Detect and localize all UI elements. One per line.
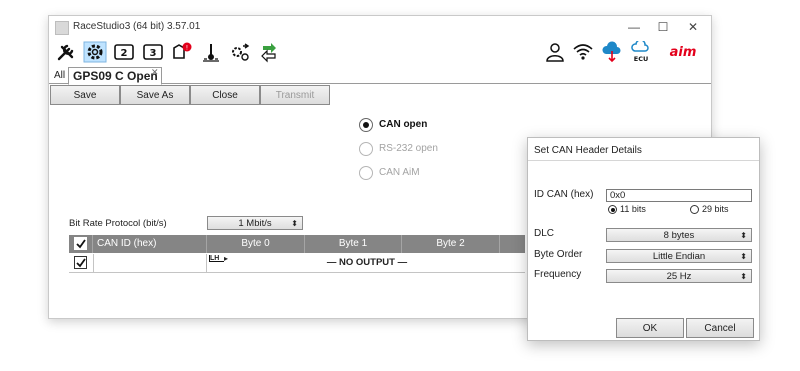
select-arrow-icon: ⬍ bbox=[740, 252, 747, 261]
radio-rs232-open[interactable]: RS-232 open bbox=[359, 142, 499, 160]
select-arrow-icon: ⬍ bbox=[740, 231, 747, 240]
id-can-input[interactable]: 0x0 bbox=[606, 189, 752, 202]
window-title: RaceStudio3 (64 bit) 3.57.01 bbox=[73, 21, 201, 32]
save-as-button[interactable]: Save As bbox=[120, 85, 190, 105]
dlc-select[interactable]: 8 bytes ⬍ bbox=[606, 228, 752, 242]
can-header-dialog: Set CAN Header Details ID CAN (hex) 0x0 … bbox=[527, 137, 760, 341]
radio-11-bits-circle[interactable] bbox=[608, 205, 617, 214]
minimize-button[interactable]: — bbox=[624, 18, 644, 36]
radio-rs232-open-circle[interactable] bbox=[359, 142, 373, 156]
svg-text:3: 3 bbox=[150, 48, 157, 59]
close-window-button[interactable]: ✕ bbox=[683, 18, 703, 36]
transfer-icon[interactable] bbox=[257, 41, 281, 63]
wrench-icon[interactable] bbox=[54, 41, 78, 63]
table-header: CAN ID (hex) Byte 0 Byte 1 Byte 2 bbox=[69, 235, 525, 253]
cancel-button[interactable]: Cancel bbox=[686, 318, 754, 338]
svg-text:!: ! bbox=[186, 45, 188, 52]
radio-29-bits-circle[interactable] bbox=[690, 205, 699, 214]
id-can-label: ID CAN (hex) bbox=[534, 189, 594, 200]
column-header-can-id[interactable]: CAN ID (hex) bbox=[93, 235, 207, 253]
bitrate-label: Bit Rate Protocol (bit/s) bbox=[69, 218, 167, 229]
row-checkbox[interactable] bbox=[74, 256, 87, 269]
radio-11-bits-label: 11 bits bbox=[620, 204, 646, 214]
device-3-icon[interactable]: 3 bbox=[141, 41, 165, 63]
radio-can-open[interactable]: CAN open bbox=[359, 118, 499, 136]
dialog-title: Set CAN Header Details bbox=[534, 145, 642, 156]
title-bar: RaceStudio3 (64 bit) 3.57.01 — ☐ ✕ bbox=[49, 16, 711, 38]
no-output-label: — NO OUTPUT — bbox=[326, 257, 408, 268]
save-button[interactable]: Save bbox=[50, 85, 120, 105]
frequency-label: Frequency bbox=[534, 269, 582, 280]
radio-11-bits[interactable]: 11 bits bbox=[608, 204, 668, 216]
radio-29-bits[interactable]: 29 bits bbox=[690, 204, 750, 216]
column-header-byte0[interactable]: Byte 0 bbox=[207, 235, 305, 253]
row-can-id-cell[interactable] bbox=[93, 254, 207, 272]
dlc-value: 8 bytes bbox=[663, 230, 695, 241]
temperature-icon[interactable] bbox=[199, 41, 223, 63]
bitrate-value: 1 Mbit/s bbox=[238, 218, 272, 229]
aim-logo: aim bbox=[663, 41, 703, 63]
radio-can-aim-label: CAN AiM bbox=[379, 167, 420, 178]
radio-can-aim[interactable]: CAN AiM bbox=[359, 166, 499, 184]
table-row[interactable]: LH ▸ — NO OUTPUT — bbox=[69, 254, 525, 273]
toolbar: 2 3 ! ECU aim bbox=[49, 38, 711, 68]
transmit-button[interactable]: Transmit bbox=[260, 85, 330, 105]
tab-close-icon[interactable]: ✕ bbox=[151, 67, 159, 78]
radio-rs232-open-label: RS-232 open bbox=[379, 143, 438, 154]
header-checkbox-cell bbox=[69, 235, 93, 253]
column-header-more bbox=[500, 235, 525, 253]
frequency-value: 25 Hz bbox=[666, 271, 692, 282]
aim-logo-text: aim bbox=[670, 45, 697, 60]
alert-tool-icon[interactable]: ! bbox=[170, 41, 194, 63]
gear-icon[interactable] bbox=[83, 41, 107, 63]
dlc-label: DLC bbox=[534, 228, 555, 239]
column-header-byte2[interactable]: Byte 2 bbox=[402, 235, 500, 253]
settings-sync-icon[interactable] bbox=[228, 41, 252, 63]
close-button[interactable]: Close bbox=[190, 85, 260, 105]
header-checkbox[interactable] bbox=[74, 237, 87, 250]
tab-bar: All GPS09 C Open ✕ bbox=[49, 67, 711, 85]
byte-order-select[interactable]: Little Endian ⬍ bbox=[606, 249, 752, 263]
column-header-byte1[interactable]: Byte 1 bbox=[305, 235, 402, 253]
radio-can-open-label: CAN open bbox=[379, 119, 428, 130]
bitrate-select[interactable]: 1 Mbit/s ⬍ bbox=[207, 216, 303, 230]
select-arrow-icon: ⬍ bbox=[291, 219, 298, 228]
device-2-icon[interactable]: 2 bbox=[112, 41, 136, 63]
radio-can-open-circle[interactable] bbox=[359, 118, 373, 132]
ecu-cloud-icon[interactable]: ECU bbox=[629, 41, 653, 63]
app-icon bbox=[55, 21, 69, 35]
tab-gps09[interactable]: GPS09 C Open ✕ bbox=[68, 67, 162, 85]
maximize-button[interactable]: ☐ bbox=[653, 18, 673, 36]
select-arrow-icon: ⬍ bbox=[740, 272, 747, 281]
ecu-label: ECU bbox=[634, 55, 649, 63]
tab-gps09-label: GPS09 C Open bbox=[73, 69, 158, 83]
radio-29-bits-label: 29 bits bbox=[702, 204, 729, 214]
tab-all[interactable]: All bbox=[54, 70, 65, 81]
svg-text:2: 2 bbox=[121, 48, 128, 59]
wifi-icon[interactable] bbox=[571, 41, 595, 63]
cloud-download-icon[interactable] bbox=[600, 41, 624, 63]
ok-button[interactable]: OK bbox=[616, 318, 684, 338]
byte-order-label: Byte Order bbox=[534, 249, 583, 260]
user-icon[interactable] bbox=[543, 41, 567, 63]
dialog-title-divider bbox=[528, 160, 759, 161]
radio-can-aim-circle[interactable] bbox=[359, 166, 373, 180]
byte-order-value: Little Endian bbox=[652, 251, 706, 262]
frequency-select[interactable]: 25 Hz ⬍ bbox=[606, 269, 752, 283]
